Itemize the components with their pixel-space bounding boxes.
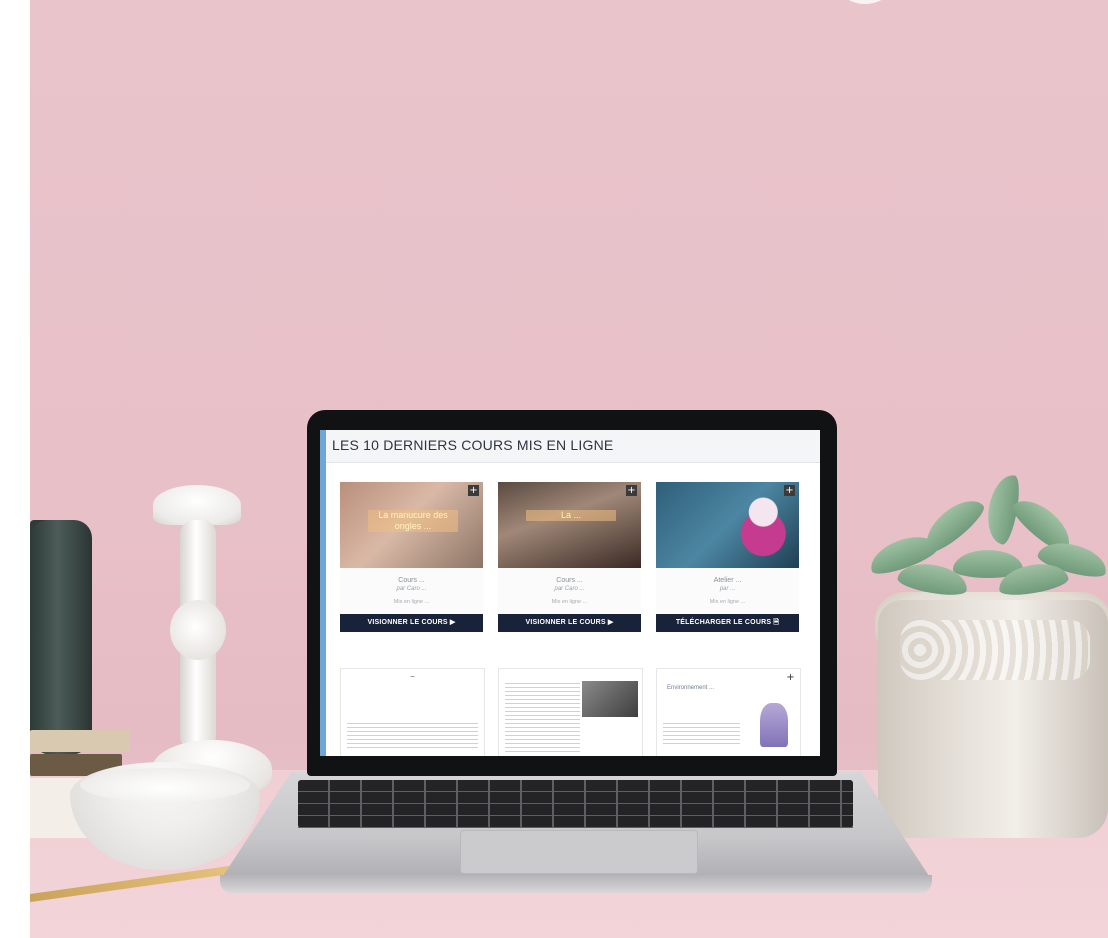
course-card: La ... + Cours ... par Caro ... Mis en l…	[498, 482, 641, 632]
thumbnail-caption: La ...	[526, 510, 616, 521]
screen-accent-bar	[320, 430, 326, 756]
course-author: par Caro ...	[396, 586, 427, 592]
section-title: LES 10 DERNIERS COURS MIS EN LIGNE	[332, 437, 614, 453]
bowl-inside	[80, 768, 250, 802]
laptop-keyboard	[298, 780, 853, 828]
course-title: Cours ...	[556, 577, 583, 584]
document-preview[interactable]: + Environnement ...	[656, 668, 801, 756]
course-thumbnail[interactable]: La manucure des ongles ... +	[340, 482, 483, 568]
course-thumbnail[interactable]: +	[656, 482, 799, 568]
document-photo	[582, 681, 638, 717]
document-text-lines	[663, 723, 740, 747]
candlestick-top	[153, 485, 241, 525]
course-date: Mis en ligne ...	[551, 599, 588, 605]
watch-course-button[interactable]: VISIONNER LE COURS ▶	[498, 614, 641, 632]
document-preview[interactable]: ...	[340, 668, 485, 756]
plus-icon[interactable]: +	[784, 485, 795, 496]
course-grid: La manucure des ongles ... + Cours ... p…	[340, 482, 810, 756]
document-illustration	[760, 703, 788, 747]
thumbnail-caption: La manucure des ongles ...	[368, 510, 458, 532]
course-card: + Atelier ... par ... Mis en ligne ... T…	[656, 482, 799, 632]
laptop-front-edge	[220, 875, 932, 893]
succulent-plant	[858, 472, 1108, 610]
plus-icon[interactable]: +	[468, 485, 479, 496]
document-text-lines	[347, 723, 478, 751]
document-text-lines	[505, 683, 580, 753]
course-date: Mis en ligne ...	[709, 599, 746, 605]
plant-pot-pattern	[900, 620, 1090, 680]
light-fixture	[830, 0, 900, 4]
document-heading: ...	[410, 673, 415, 679]
background-scene: LES 10 DERNIERS COURS MIS EN LIGNE La ma…	[30, 0, 1108, 938]
document-preview[interactable]	[498, 668, 643, 756]
plus-icon[interactable]: +	[626, 485, 637, 496]
plus-icon[interactable]: +	[785, 672, 796, 683]
course-title: Atelier ...	[713, 577, 742, 584]
download-course-button[interactable]: TÉLÉCHARGER LE COURS 🗎	[656, 614, 799, 632]
watch-course-button[interactable]: VISIONNER LE COURS ▶	[340, 614, 483, 632]
laptop-screen: LES 10 DERNIERS COURS MIS EN LIGNE La ma…	[320, 430, 820, 756]
course-thumbnail[interactable]: La ... +	[498, 482, 641, 568]
book	[30, 730, 130, 752]
course-date: Mis en ligne ...	[393, 599, 430, 605]
vase	[30, 520, 92, 755]
course-card: La manucure des ongles ... + Cours ... p…	[340, 482, 483, 632]
course-author: par ...	[719, 586, 736, 592]
course-title: Cours ...	[398, 577, 425, 584]
course-author: par Caro ...	[554, 586, 585, 592]
laptop-trackpad	[460, 830, 698, 874]
document-heading: Environnement ...	[667, 685, 715, 691]
section-header: LES 10 DERNIERS COURS MIS EN LIGNE	[326, 430, 820, 463]
candlestick-knob	[170, 600, 226, 660]
leaf	[917, 490, 989, 558]
